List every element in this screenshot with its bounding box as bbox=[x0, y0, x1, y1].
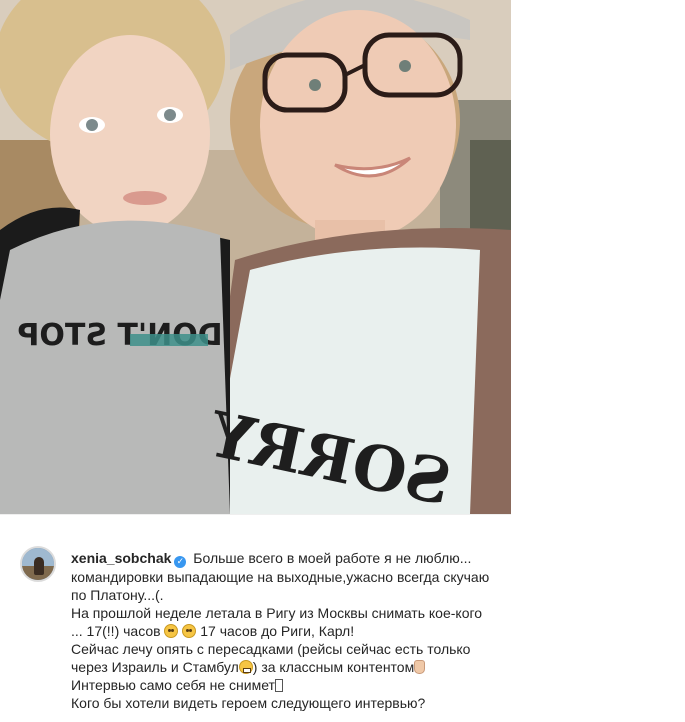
flushed-face-icon bbox=[164, 624, 179, 638]
caption-line-6: Сейчас лечу опять с пересадками (рейсы с… bbox=[71, 641, 471, 657]
post-photo[interactable]: DON'T STOP SORRY bbox=[0, 0, 511, 514]
caption-line-text: ) за классным контентом bbox=[252, 659, 415, 675]
missing-glyph-icon bbox=[274, 679, 283, 692]
caption-line-9: Кого бы хотели видеть героем следующего … bbox=[71, 695, 426, 711]
caption-line-5: ... 17(!!) часов 17 часов до Риги, Карл! bbox=[71, 622, 491, 640]
username-link[interactable]: xenia_sobchak bbox=[71, 550, 171, 566]
caption-line-7: через Израиль и Стамбул ) за классным кон… bbox=[71, 658, 491, 676]
caption-line-text: через Израиль и Стамбул bbox=[71, 659, 239, 675]
avatar[interactable] bbox=[20, 546, 56, 582]
caption-line-4: На прошлой неделе летала в Ригу из Москв… bbox=[71, 605, 483, 621]
grimacing-face-icon bbox=[238, 660, 253, 674]
raised-hand-icon bbox=[414, 660, 426, 674]
caption-line-8: Интервью само себя не снимет bbox=[71, 676, 491, 694]
avatar-figure bbox=[34, 557, 44, 575]
caption-text: xenia_sobchak ✓ Больше всего в моей работ… bbox=[71, 549, 491, 712]
astonished-face-icon bbox=[182, 624, 197, 638]
caption-line-1: xenia_sobchak ✓ Больше всего в моей работ… bbox=[71, 549, 491, 568]
caption-line-text: ... 17(!!) часов bbox=[71, 623, 165, 639]
verified-badge-icon: ✓ bbox=[174, 556, 187, 568]
caption-line-text: Больше всего в моей работе я не люблю... bbox=[189, 550, 472, 566]
caption-line-3: по Платону...(. bbox=[71, 587, 164, 603]
caption-line-2: командировки выпадающие на выходные,ужас… bbox=[71, 569, 490, 585]
caption-line-text: 17 часов до Риги, Карл! bbox=[196, 623, 355, 639]
caption-line-text: Интервью само себя не снимет bbox=[71, 677, 275, 693]
caption-section: xenia_sobchak ✓ Больше всего в моей работ… bbox=[0, 514, 511, 722]
